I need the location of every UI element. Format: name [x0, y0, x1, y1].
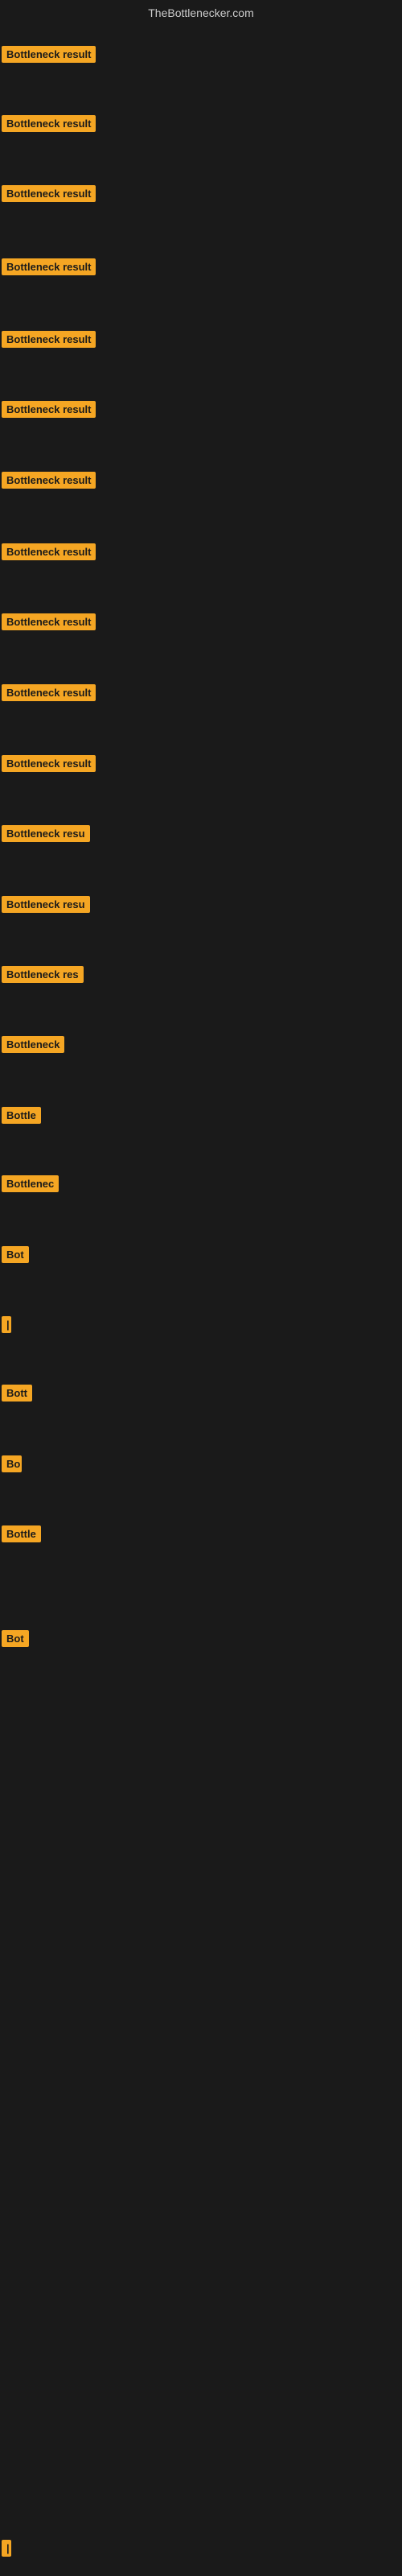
bottleneck-label-22: Bottle	[2, 1525, 41, 1542]
bottleneck-result-23: Bot	[2, 1630, 29, 1651]
bottleneck-label-19: |	[2, 1316, 11, 1333]
bottleneck-label-9: Bottleneck result	[2, 613, 96, 630]
bottleneck-result-12: Bottleneck resu	[2, 825, 90, 846]
bottleneck-label-11: Bottleneck result	[2, 755, 96, 772]
bottleneck-result-24: |	[2, 2540, 11, 2561]
bottleneck-label-14: Bottleneck res	[2, 966, 84, 983]
bottleneck-result-14: Bottleneck res	[2, 966, 84, 987]
bottleneck-label-16: Bottle	[2, 1107, 41, 1124]
bottleneck-label-5: Bottleneck result	[2, 331, 96, 348]
bottleneck-result-10: Bottleneck result	[2, 684, 96, 705]
bottleneck-label-2: Bottleneck result	[2, 115, 96, 132]
bottleneck-result-1: Bottleneck result	[2, 46, 96, 67]
bottleneck-result-21: Bo	[2, 1455, 22, 1476]
bottleneck-result-7: Bottleneck result	[2, 472, 96, 493]
bottleneck-label-12: Bottleneck resu	[2, 825, 90, 842]
bottleneck-label-20: Bott	[2, 1385, 32, 1402]
bottleneck-result-5: Bottleneck result	[2, 331, 96, 352]
bottleneck-result-15: Bottleneck	[2, 1036, 64, 1057]
bottleneck-label-15: Bottleneck	[2, 1036, 64, 1053]
bottleneck-result-3: Bottleneck result	[2, 185, 96, 206]
bottleneck-result-6: Bottleneck result	[2, 401, 96, 422]
bottleneck-label-8: Bottleneck result	[2, 543, 96, 560]
bottleneck-label-13: Bottleneck resu	[2, 896, 90, 913]
bottleneck-result-20: Bott	[2, 1385, 32, 1406]
bottleneck-result-22: Bottle	[2, 1525, 41, 1546]
bottleneck-result-13: Bottleneck resu	[2, 896, 90, 917]
bottleneck-label-4: Bottleneck result	[2, 258, 96, 275]
bottleneck-label-10: Bottleneck result	[2, 684, 96, 701]
bottleneck-label-24: |	[2, 2540, 11, 2557]
bottleneck-label-6: Bottleneck result	[2, 401, 96, 418]
bottleneck-label-3: Bottleneck result	[2, 185, 96, 202]
bottleneck-result-18: Bot	[2, 1246, 29, 1267]
bottleneck-result-19: |	[2, 1316, 11, 1337]
bottleneck-label-18: Bot	[2, 1246, 29, 1263]
bottleneck-result-9: Bottleneck result	[2, 613, 96, 634]
bottleneck-result-2: Bottleneck result	[2, 115, 96, 136]
bottleneck-result-11: Bottleneck result	[2, 755, 96, 776]
bottleneck-label-7: Bottleneck result	[2, 472, 96, 489]
bottleneck-label-1: Bottleneck result	[2, 46, 96, 63]
bottleneck-label-17: Bottlenec	[2, 1175, 59, 1192]
bottleneck-result-16: Bottle	[2, 1107, 41, 1128]
bottleneck-label-23: Bot	[2, 1630, 29, 1647]
bottleneck-result-17: Bottlenec	[2, 1175, 59, 1196]
bottleneck-label-21: Bo	[2, 1455, 22, 1472]
bottleneck-result-8: Bottleneck result	[2, 543, 96, 564]
bottleneck-result-4: Bottleneck result	[2, 258, 96, 279]
